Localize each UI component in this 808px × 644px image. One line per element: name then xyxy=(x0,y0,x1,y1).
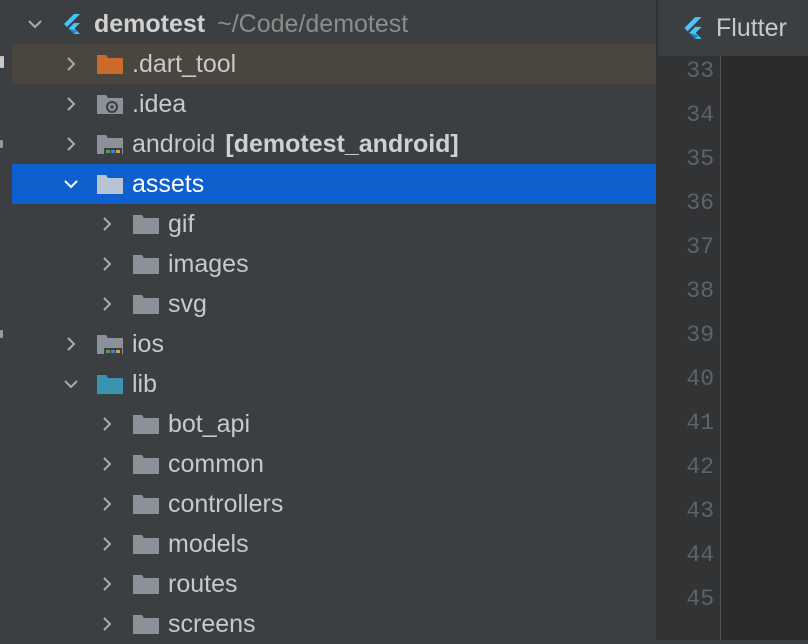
tree-item-label: svg xyxy=(168,289,207,318)
tree-item-label: .dart_tool xyxy=(132,49,237,78)
folder-icon xyxy=(132,411,162,437)
tree-item-bot-api[interactable]: bot_api xyxy=(12,404,656,444)
tree-item-svg[interactable]: svg xyxy=(12,284,656,324)
tree-item-label: controllers xyxy=(168,489,284,518)
tree-item-label: images xyxy=(168,249,249,278)
module-name: [demotest_android] xyxy=(225,129,459,158)
chevron-down-icon[interactable] xyxy=(60,173,82,195)
code-area[interactable] xyxy=(721,56,808,640)
tree-item-label: assets xyxy=(132,169,205,198)
tree-item-label: ios xyxy=(132,329,164,358)
chevron-down-icon[interactable] xyxy=(60,373,82,395)
tool-strip-marker xyxy=(0,140,3,148)
tree-item-common[interactable]: common xyxy=(12,444,656,484)
line-number: 34 xyxy=(686,102,714,128)
folder-icon xyxy=(132,571,162,597)
tree-item-idea[interactable]: .idea xyxy=(12,84,656,124)
tree-item-label: .idea xyxy=(132,89,187,118)
tree-item-ios[interactable]: ios xyxy=(12,324,656,364)
folder-orange-icon xyxy=(96,51,126,77)
line-number: 33 xyxy=(686,58,714,84)
editor-tab-flutter[interactable]: Flutter xyxy=(716,14,787,43)
chevron-right-icon[interactable] xyxy=(60,53,82,75)
chevron-right-icon[interactable] xyxy=(96,453,118,475)
folder-source-icon xyxy=(96,371,126,397)
flutter-icon xyxy=(60,11,86,37)
folder-icon xyxy=(96,171,126,197)
line-number: 42 xyxy=(686,454,714,480)
chevron-right-icon[interactable] xyxy=(96,413,118,435)
tree-item-label: routes xyxy=(168,569,238,598)
chevron-right-icon[interactable] xyxy=(60,133,82,155)
line-number: 37 xyxy=(686,234,714,260)
chevron-right-icon[interactable] xyxy=(96,293,118,315)
tree-item-screens[interactable]: screens xyxy=(12,604,656,644)
chevron-right-icon[interactable] xyxy=(96,213,118,235)
line-number: 38 xyxy=(686,278,714,304)
tree-item-dart-tool[interactable]: .dart_tool xyxy=(12,44,656,84)
editor-tab-bar: Flutter xyxy=(658,0,808,56)
folder-module-icon xyxy=(96,331,126,357)
folder-icon xyxy=(132,611,162,637)
line-number: 36 xyxy=(686,190,714,216)
tree-item-routes[interactable]: routes xyxy=(12,564,656,604)
tree-item-label: screens xyxy=(168,609,256,638)
line-number: 44 xyxy=(686,542,714,568)
folder-settings-icon xyxy=(96,91,126,117)
folder-icon xyxy=(132,211,162,237)
tree-item-controllers[interactable]: controllers xyxy=(12,484,656,524)
folder-icon xyxy=(132,291,162,317)
tool-strip-marker xyxy=(0,330,3,338)
tree-item-label: lib xyxy=(132,369,158,398)
tree-item-models[interactable]: models xyxy=(12,524,656,564)
left-tool-strip xyxy=(0,0,12,640)
chevron-right-icon[interactable] xyxy=(96,493,118,515)
line-number: 40 xyxy=(686,366,714,392)
tree-item-label: common xyxy=(168,449,264,478)
tree-item-label: gif xyxy=(168,209,195,238)
chevron-right-icon[interactable] xyxy=(60,93,82,115)
tree-item-label: models xyxy=(168,529,249,558)
line-number: 39 xyxy=(686,322,714,348)
folder-icon xyxy=(132,531,162,557)
line-number: 43 xyxy=(686,498,714,524)
line-number: 41 xyxy=(686,410,714,436)
tree-root-demotest[interactable]: demotest ~/Code/demotest xyxy=(12,4,656,44)
tree-item-label: bot_api xyxy=(168,409,251,438)
chevron-down-icon[interactable] xyxy=(24,13,46,35)
folder-icon xyxy=(132,251,162,277)
tree-item-assets[interactable]: assets xyxy=(12,164,656,204)
folder-icon xyxy=(132,491,162,517)
tree-item-lib[interactable]: lib xyxy=(12,364,656,404)
project-tree: demotest ~/Code/demotest .dart_tool .ide… xyxy=(12,4,656,640)
line-number: 45 xyxy=(686,586,714,612)
chevron-right-icon[interactable] xyxy=(60,333,82,355)
chevron-right-icon[interactable] xyxy=(96,573,118,595)
folder-icon xyxy=(132,451,162,477)
tree-item-label: android xyxy=(132,129,216,158)
tool-strip-marker xyxy=(0,56,4,68)
folder-module-icon xyxy=(96,131,126,157)
chevron-right-icon[interactable] xyxy=(96,253,118,275)
line-number: 35 xyxy=(686,146,714,172)
flutter-icon xyxy=(680,15,706,41)
tree-item-android[interactable]: android [demotest_android] xyxy=(12,124,656,164)
tree-item-images[interactable]: images xyxy=(12,244,656,284)
tree-item-gif[interactable]: gif xyxy=(12,204,656,244)
chevron-right-icon[interactable] xyxy=(96,613,118,635)
chevron-right-icon[interactable] xyxy=(96,533,118,555)
project-name: demotest xyxy=(94,9,206,38)
project-path: ~/Code/demotest xyxy=(217,9,409,38)
